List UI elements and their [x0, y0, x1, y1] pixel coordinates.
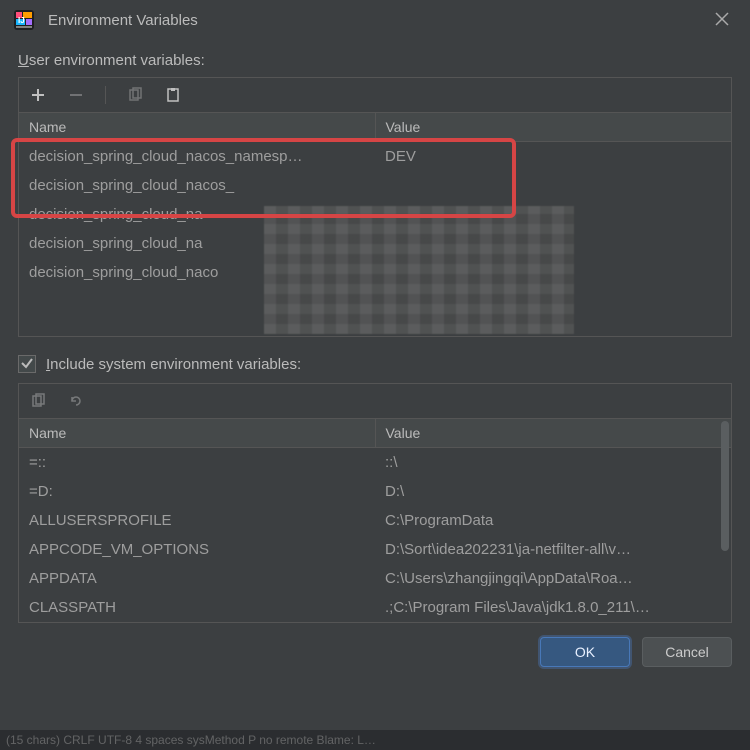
remove-icon[interactable]: [65, 84, 87, 106]
copy-icon[interactable]: [124, 84, 146, 106]
col-name[interactable]: Name: [19, 419, 375, 448]
include-system-checkbox[interactable]: [18, 355, 36, 373]
check-icon: [20, 356, 34, 372]
table-row[interactable]: decision_spring_cloud_nacos_namesp…DEV: [19, 142, 731, 172]
dialog-buttons: OK Cancel: [0, 623, 750, 685]
status-text: (15 chars) CRLF UTF-8 4 spaces sysMethod…: [6, 733, 376, 747]
include-system-label: Include system environment variables:: [46, 356, 301, 373]
user-vars-toolbar: [19, 78, 731, 113]
toolbar-separator: [105, 86, 106, 104]
table-row[interactable]: CLASSPATH.;C:\Program Files\Java\jdk1.8.…: [19, 593, 731, 622]
copy-icon[interactable]: [27, 390, 49, 412]
window-title: Environment Variables: [48, 12, 198, 29]
title-bar: IJ Environment Variables: [0, 0, 750, 40]
cancel-button[interactable]: Cancel: [642, 637, 732, 667]
table-row[interactable]: =D:D:\: [19, 477, 731, 506]
user-vars-label: User environment variables:: [18, 52, 732, 69]
add-icon[interactable]: [27, 84, 49, 106]
table-row[interactable]: ALLUSERSPROFILEC:\ProgramData: [19, 506, 731, 535]
redacted-region: [264, 206, 574, 334]
svg-text:IJ: IJ: [18, 16, 25, 25]
app-icon: IJ: [12, 8, 36, 32]
system-vars-toolbar: [19, 384, 731, 419]
system-vars-table[interactable]: Name Value =::::\ =D:D:\ ALLUSERSPROFILE…: [19, 419, 731, 622]
close-icon[interactable]: [706, 5, 738, 35]
table-row[interactable]: APPCODE_VM_OPTIONSD:\Sort\idea202231\ja-…: [19, 535, 731, 564]
col-value[interactable]: Value: [375, 419, 731, 448]
table-row[interactable]: decision_spring_cloud_nacos_: [19, 171, 731, 200]
table-row[interactable]: =::::\: [19, 448, 731, 478]
status-bar: (15 chars) CRLF UTF-8 4 spaces sysMethod…: [0, 730, 750, 750]
user-vars-panel: Name Value decision_spring_cloud_nacos_n…: [18, 77, 732, 337]
table-row[interactable]: APPDATAC:\Users\zhangjingqi\AppData\Roa…: [19, 564, 731, 593]
include-system-row[interactable]: Include system environment variables:: [18, 355, 732, 373]
col-value[interactable]: Value: [375, 113, 731, 142]
col-name[interactable]: Name: [19, 113, 375, 142]
revert-icon[interactable]: [65, 390, 87, 412]
system-vars-panel: Name Value =::::\ =D:D:\ ALLUSERSPROFILE…: [18, 383, 732, 623]
ok-button[interactable]: OK: [540, 637, 630, 667]
scrollbar[interactable]: [721, 421, 729, 551]
paste-icon[interactable]: [162, 84, 184, 106]
